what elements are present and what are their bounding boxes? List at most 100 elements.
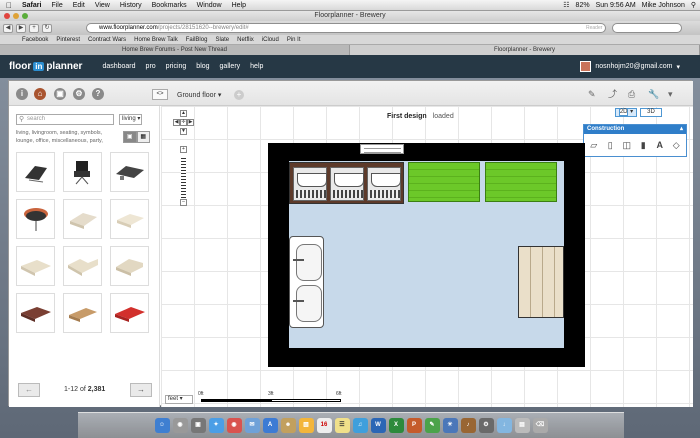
reload-button[interactable]: ↻ [42,23,52,33]
print-icon[interactable]: ⎙ [628,89,639,99]
floor-tool-icon[interactable]: ▯ [604,138,618,152]
clock[interactable]: Sun 9:56 AM [596,2,636,9]
furniture-item-swivel-chair[interactable] [16,199,55,239]
furniture-item-corner-sofa[interactable] [63,246,102,286]
wifi-icon[interactable]: ☷ [563,1,569,9]
close-icon[interactable] [4,13,10,19]
panel-toggle-button[interactable]: <> [152,89,168,100]
category-select[interactable]: living ▾ [119,114,142,125]
photos-icon[interactable]: ☀ [442,418,458,433]
launchpad-icon[interactable]: ◉ [172,418,188,433]
address-bar[interactable]: www.floorplanner.com/projects/28151620--… [86,23,606,33]
minimize-icon[interactable] [13,13,19,19]
furniture-item-sofa-beige[interactable] [63,199,102,239]
furniture-item-sofa-brown[interactable] [16,293,55,333]
nav-pro[interactable]: pro [146,63,156,70]
collapse-icon[interactable]: ▴ [680,125,683,134]
mode-3d-button[interactable]: 3D [640,108,662,117]
mission-control-icon[interactable]: ▣ [190,418,206,433]
pan-down-icon[interactable]: ▼ [180,128,187,135]
word-icon[interactable]: W [370,418,386,433]
unit-select[interactable]: feet ▾ [165,395,193,404]
share-button[interactable]: + [29,23,39,33]
browser-search-field[interactable] [612,23,682,33]
green-cabinet[interactable] [485,162,557,202]
wrench-icon[interactable]: 🔧 [648,89,659,99]
bookmark-icloud[interactable]: iCloud [262,35,279,44]
bookmark-slate[interactable]: Slate [215,35,229,44]
downloads-icon[interactable]: ↓ [496,418,512,433]
share-icon[interactable]: ⤴ [608,89,619,99]
surface-tool-icon[interactable]: ◇ [670,138,684,152]
nav-help[interactable]: help [250,63,263,70]
bookmark-home-brew-talk[interactable]: Home Brew Talk [134,35,178,44]
powerpoint-icon[interactable]: P [406,418,422,433]
tag-list[interactable]: living, livingroom, seating, symbols, lo… [16,129,120,145]
sink-basin[interactable] [330,167,364,201]
tab-home-brew-forums[interactable]: Home Brew Forums - Post New Thread [0,45,350,55]
wooden-shelf[interactable] [518,246,564,318]
furniture-item-eames-chair[interactable] [63,152,102,192]
triple-sink-counter[interactable] [289,162,404,204]
settings-icon[interactable]: ⚙ [73,88,85,100]
mail-icon[interactable]: ✉ [244,418,260,433]
picture-icon[interactable]: ▣ [54,88,66,100]
list-view-icon[interactable]: ▦ [136,131,150,143]
nav-pricing[interactable]: pricing [166,63,187,70]
furniture-item-sofa-long[interactable] [16,246,55,286]
add-floor-button[interactable]: + [234,90,244,100]
furniture-item-sectional[interactable] [110,246,149,286]
zoom-in-icon[interactable]: + [180,146,187,153]
chrome-icon[interactable]: ◉ [226,418,242,433]
eraser-icon[interactable]: ✎ [588,89,599,99]
search-input[interactable]: ⚲ search [16,114,114,125]
zoom-out-icon[interactable]: – [180,199,187,206]
floor-selector[interactable]: Ground floor ▾ [177,91,221,99]
menu-window[interactable]: Window [197,2,222,9]
menu-help[interactable]: Help [232,2,246,9]
double-basin[interactable] [289,236,324,328]
zoom-icon[interactable] [22,13,28,19]
preferences-icon[interactable]: ⚙ [478,418,494,433]
trash-icon[interactable]: ⌫ [532,418,548,433]
user-menu[interactable]: nosnhojm20@gmail.com ▾ [580,61,680,72]
calendar-icon[interactable]: 16 [316,418,332,433]
nav-dashboard[interactable]: dashboard [102,63,135,70]
bookmark-facebook[interactable]: Facebook [22,35,48,44]
floorplan-canvas[interactable]: ▲ ◀ ✛ ▶ ▼ + – First design loaded 2D ▾ 3D… [161,106,693,407]
bookmark-contract-wars[interactable]: Contract Wars [88,35,126,44]
pan-left-icon[interactable]: ◀ [173,119,180,126]
prev-page-button[interactable]: ← [18,383,40,397]
floorplanner-logo[interactable]: floor in planner [9,61,82,72]
pan-right-icon[interactable]: ▶ [187,119,194,126]
battery-level[interactable]: 82% [576,2,590,9]
notes-icon[interactable]: ☰ [334,418,350,433]
sink-basin[interactable] [293,167,327,201]
sink-basin[interactable] [367,167,401,201]
text-tool-icon[interactable]: A [653,138,667,152]
house-icon[interactable]: ⌂ [34,88,46,100]
chevron-down-icon[interactable]: ▾ [668,89,679,99]
menu-safari[interactable]: Safari [22,2,41,9]
doorway[interactable] [360,144,404,154]
furniture-item-chaise[interactable] [63,293,102,333]
app-store-icon[interactable]: A [262,418,278,433]
pan-up-icon[interactable]: ▲ [180,110,187,117]
furniture-item-sofa-red[interactable] [110,293,149,333]
furniture-item-lounge-chair[interactable] [16,152,55,192]
bookmark-netflix[interactable]: Netflix [237,35,254,44]
design-title[interactable]: First design [387,113,427,120]
menu-history[interactable]: History [120,2,142,9]
itunes-icon[interactable]: ♫ [352,418,368,433]
excel-icon[interactable]: X [388,418,404,433]
contacts-icon[interactable]: ☻ [280,418,296,433]
info-icon[interactable]: i [16,88,28,100]
window-tool-icon[interactable]: ▮ [637,138,651,152]
menu-edit[interactable]: Edit [73,2,85,9]
back-button[interactable]: ◀ [3,23,13,33]
user-name[interactable]: Mike Johnson [642,2,685,9]
bookmark-pin-it[interactable]: Pin It [287,35,301,44]
center-icon[interactable]: ✛ [180,119,187,126]
safari-icon[interactable]: ✦ [208,418,224,433]
tab-floorplanner[interactable]: Floorplanner - Brewery [350,45,700,55]
